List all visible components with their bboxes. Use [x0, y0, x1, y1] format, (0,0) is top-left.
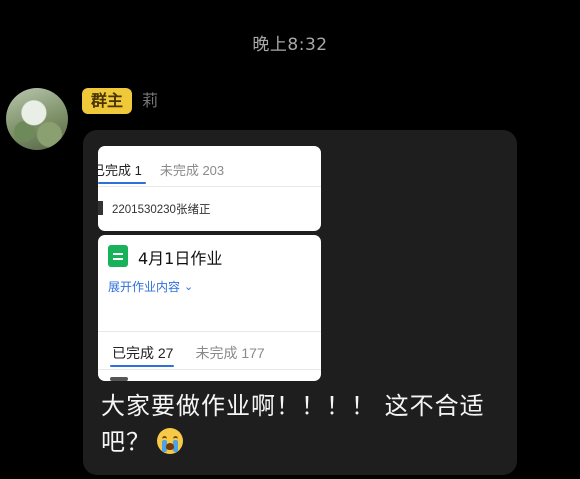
sender-name[interactable]: 莉 — [142, 88, 158, 114]
chat-timestamp: 晚上8:32 — [252, 35, 328, 55]
active-tab-underline — [98, 182, 146, 184]
group-owner-badge: 群主 — [82, 88, 133, 114]
divider — [98, 331, 321, 332]
screenshot-card-top[interactable]: 已完成 1 未完成 203 2201530230张绪正 — [98, 146, 321, 231]
student-row: 2201530230张绪正 — [112, 204, 211, 216]
sender-avatar[interactable] — [6, 88, 68, 150]
tab-completed[interactable]: 已完成 27 — [112, 343, 173, 363]
student-avatar-icon — [110, 377, 128, 381]
expand-homework-link[interactable]: 展开作业内容 ⌄ — [108, 278, 193, 295]
student-avatar-icon — [98, 201, 103, 215]
active-tab-underline — [110, 365, 174, 367]
expand-label: 展开作业内容 — [108, 280, 181, 294]
tab-completed[interactable]: 已完成 1 — [98, 160, 142, 179]
homework-title: 4月1日作业 — [138, 249, 223, 268]
message-text: 大家要做作业啊！！！！ 这不合适吧？ — [101, 388, 501, 460]
divider — [98, 369, 321, 370]
crying-face-icon — [157, 428, 183, 454]
tab-incomplete[interactable]: 未完成 177 — [195, 343, 264, 363]
screenshot-card-homework[interactable]: 4月1日作业 展开作业内容 ⌄ 已完成 27 未完成 177 — [98, 235, 321, 381]
tab-incomplete[interactable]: 未完成 203 — [160, 160, 224, 179]
completion-tabs: 已完成 27 未完成 177 — [112, 343, 265, 363]
completion-tabs: 已完成 1 未完成 203 — [98, 160, 224, 179]
divider — [98, 186, 321, 187]
document-icon — [108, 245, 128, 267]
message-bubble[interactable]: 已完成 1 未完成 203 2201530230张绪正 4月1日作业 展开作业内… — [83, 130, 517, 475]
chevron-down-icon: ⌄ — [184, 281, 194, 293]
